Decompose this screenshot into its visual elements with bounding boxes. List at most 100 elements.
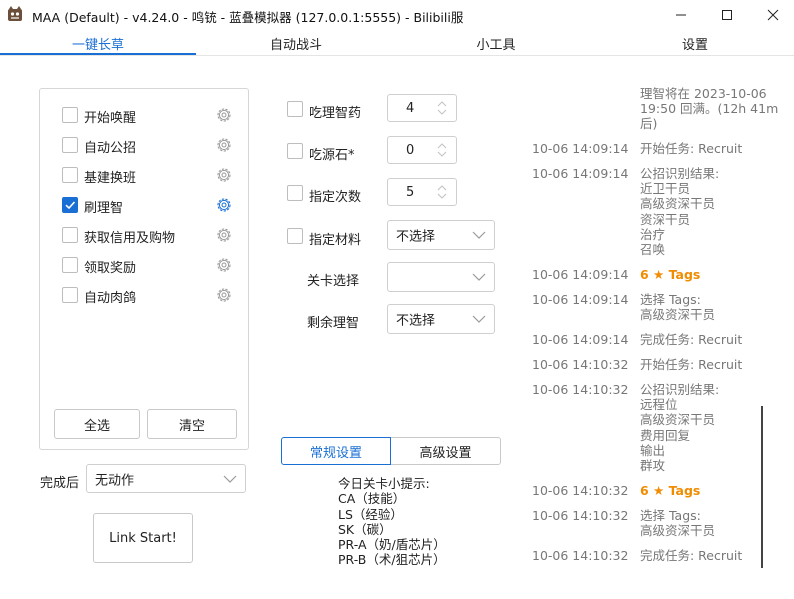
times-checkbox[interactable] [287, 185, 303, 201]
task-item-roguelike[interactable]: 自动肉鸽 [62, 284, 237, 306]
log-message: 公招识别结果: 近卫干员 高级资深干员 资深干员 治疗 召唤 [640, 166, 719, 257]
log-timestamp: 10-06 14:09:14 [532, 141, 629, 156]
after-completion-select[interactable]: 无动作 [86, 464, 246, 493]
spinner-arrows-icon[interactable] [436, 183, 448, 201]
log-message: 完成任务: Recruit [640, 548, 742, 563]
gear-icon[interactable] [215, 106, 233, 124]
task-checkbox[interactable] [62, 287, 78, 303]
task-checkbox[interactable] [62, 197, 78, 213]
gear-icon[interactable] [215, 136, 233, 154]
remaining-sanity-select[interactable]: 不选择 [387, 304, 495, 334]
chevron-down-icon [472, 273, 486, 281]
stone-checkbox[interactable] [287, 143, 303, 159]
gear-icon[interactable] [215, 256, 233, 274]
task-label: 领取奖励 [84, 261, 137, 276]
task-label: 刷理智 [84, 201, 124, 216]
spinner-arrows-icon[interactable] [436, 141, 448, 159]
window-title: MAA (Default) - v4.24.0 - 鸣铳 - 蓝叠模拟器 (12… [32, 10, 464, 25]
task-label: 自动肉鸽 [84, 291, 137, 306]
material-checkbox[interactable] [287, 228, 303, 244]
stepper-value: 0 [406, 143, 415, 158]
tab-advanced-settings[interactable]: 高级设置 [391, 437, 501, 465]
log-message: 选择 Tags: 高级资深干员 [640, 508, 715, 538]
log-message-line: 费用回复 [640, 427, 691, 443]
tips-heading: 今日关卡小提示: [338, 476, 430, 491]
sanity-notice-line: 19:50 回满。(12h 41m [640, 101, 779, 117]
tips-line: CA（技能） [338, 491, 406, 507]
log-message-line: 选择 Tags: [640, 508, 701, 523]
log-timestamp: 10-06 14:09:14 [532, 267, 629, 282]
stepper-value: 4 [406, 101, 415, 116]
after-completion-label: 完成后 [40, 476, 80, 491]
log-timestamp: 10-06 14:10:32 [532, 508, 629, 523]
times-label: 指定次数 [309, 190, 362, 205]
link-start-button[interactable]: Link Start! [93, 513, 193, 563]
task-label: 开始唤醒 [84, 111, 137, 126]
medicine-stepper[interactable]: 4 [387, 94, 457, 122]
task-checkbox[interactable] [62, 227, 78, 243]
checkmark-icon [65, 201, 76, 210]
log-timestamp: 10-06 14:10:32 [532, 548, 629, 563]
log-message: 选择 Tags: 高级资深干员 [640, 292, 715, 322]
task-checkbox[interactable] [62, 107, 78, 123]
task-label: 基建换班 [84, 171, 137, 186]
log-message-line: 开始任务: Recruit [640, 141, 743, 156]
task-item-award[interactable]: 领取奖励 [62, 254, 237, 276]
tab-auto-battle[interactable]: 自动战斗 [196, 30, 396, 56]
clear-button[interactable]: 清空 [147, 409, 237, 439]
tab-normal-settings[interactable]: 常规设置 [281, 437, 391, 465]
log-scrollbar-thumb[interactable] [761, 406, 763, 568]
task-label: 获取信用及购物 [84, 231, 176, 246]
sanity-notice: 理智将在 2023-10-06 19:50 回满。(12h 41m 后) [640, 86, 778, 132]
stage-select[interactable] [387, 262, 495, 292]
task-item-mall[interactable]: 获取信用及购物 [62, 224, 237, 246]
log-message-line: 完成任务: Recruit [640, 332, 743, 347]
task-checkbox[interactable] [62, 137, 78, 153]
spinner-arrows-icon[interactable] [436, 99, 448, 117]
log-timestamp: 10-06 14:10:32 [532, 382, 629, 397]
task-item-recruit[interactable]: 自动公招 [62, 134, 237, 156]
log-message-line: 远程位 [640, 397, 678, 413]
maa-app-icon [8, 6, 22, 21]
task-item-fight[interactable]: 刷理智 [62, 194, 237, 216]
select-all-button[interactable]: 全选 [54, 409, 140, 439]
log-message-line: 资深干员 [640, 211, 691, 227]
gear-icon[interactable] [215, 166, 233, 184]
log-message-line: 选择 Tags: [640, 292, 701, 307]
log-panel: 理智将在 2023-10-06 19:50 回满。(12h 41m 后) 10-… [520, 0, 794, 599]
stone-label: 吃源石* [309, 148, 355, 163]
maa-window: MAA (Default) - v4.24.0 - 鸣铳 - 蓝叠模拟器 (12… [0, 0, 794, 599]
log-message-line: 公招识别结果: [640, 382, 720, 397]
log-message-line: 6 ★ Tags [640, 267, 701, 282]
log-message-line: 治疗 [640, 226, 666, 242]
material-select[interactable]: 不选择 [387, 220, 495, 250]
gear-icon[interactable] [215, 286, 233, 304]
gear-icon[interactable] [215, 196, 233, 214]
log-message-line: 开始任务: Recruit [640, 357, 743, 372]
task-checkbox[interactable] [62, 167, 78, 183]
log-message-line: 近卫干员 [640, 181, 691, 197]
tips-line: PR-A（奶/盾芯片） [338, 537, 446, 553]
medicine-label: 吃理智药 [309, 106, 362, 121]
task-item-infrastructure[interactable]: 基建换班 [62, 164, 237, 186]
log-timestamp: 10-06 14:10:32 [532, 483, 629, 498]
log-timestamp: 10-06 14:09:14 [532, 166, 629, 181]
task-checkbox[interactable] [62, 257, 78, 273]
task-list-panel: 开始唤醒 自动公招 基建换班 刷理智 获取信用及购物 领取奖励 自动肉鸽 全选 … [39, 88, 249, 450]
log-message: 开始任务: Recruit [640, 141, 742, 156]
gear-icon[interactable] [215, 226, 233, 244]
log-timestamp: 10-06 14:09:14 [532, 292, 629, 307]
log-timestamp: 10-06 14:09:14 [532, 332, 629, 347]
task-item-wakeup[interactable]: 开始唤醒 [62, 104, 237, 126]
stage-tips: 今日关卡小提示: CA（技能） LS（经验） SK（碳） PR-A（奶/盾芯片）… [338, 476, 446, 568]
log-message: 开始任务: Recruit [640, 357, 742, 372]
log-message-line: 高级资深干员 [640, 196, 716, 212]
log-message-line: 完成任务: Recruit [640, 548, 743, 563]
log-message-line: 高级资深干员 [640, 523, 716, 539]
stone-stepper[interactable]: 0 [387, 136, 457, 164]
log-message-line: 高级资深干员 [640, 307, 716, 323]
chevron-down-icon [472, 315, 486, 323]
times-stepper[interactable]: 5 [387, 178, 457, 206]
select-value: 不选择 [396, 229, 436, 245]
medicine-checkbox[interactable] [287, 101, 303, 117]
